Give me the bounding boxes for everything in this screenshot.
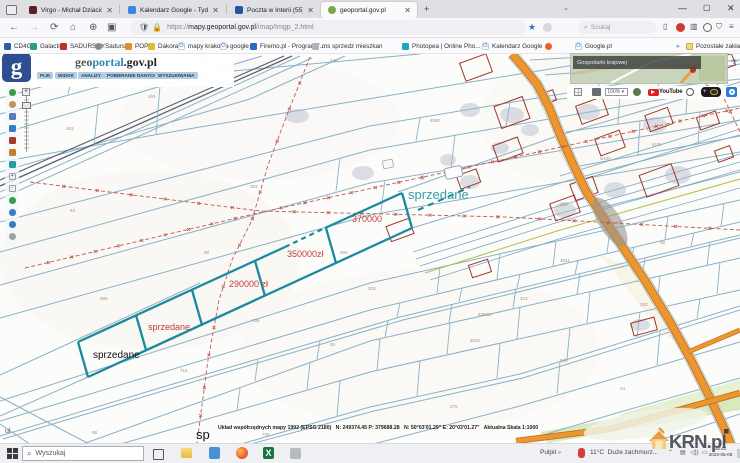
svg-text:97: 97 [420,176,426,181]
svg-text:88: 88 [660,240,666,245]
svg-text:275: 275 [450,404,458,409]
svg-text:290000 zł: 290000 zł [229,279,268,289]
svg-text:sprzedane: sprzedane [408,187,469,202]
svg-text:303: 303 [368,286,376,291]
svg-text:304: 304 [340,250,348,255]
svg-text:708: 708 [262,432,270,437]
svg-text:3010: 3010 [470,338,481,343]
svg-text:83: 83 [70,208,76,213]
svg-text:90: 90 [204,250,210,255]
svg-text:30: 30 [330,342,336,347]
svg-text:448: 448 [330,58,338,63]
svg-text:463: 463 [66,126,74,131]
svg-text:sprzedane: sprzedane [93,350,140,361]
svg-text:706: 706 [252,318,260,323]
svg-text:509: 509 [560,358,568,363]
svg-text:716: 716 [180,368,188,373]
svg-text:KRN.pl: KRN.pl [669,431,726,452]
svg-text:k100: k100 [652,142,662,147]
svg-text:3041: 3041 [560,258,571,263]
svg-text:302: 302 [250,184,258,189]
svg-text:408/10: 408/10 [478,312,492,317]
svg-text:350000zł: 350000zł [287,249,324,259]
svg-text:365: 365 [100,296,108,301]
svg-text:253: 253 [640,302,648,307]
svg-text:370000: 370000 [352,214,382,224]
svg-text:4080: 4080 [430,118,441,123]
svg-text:sprzedane: sprzedane [148,322,190,332]
svg-text:459: 459 [148,94,156,99]
svg-text:410: 410 [560,202,568,207]
svg-text:w100: w100 [600,156,611,161]
svg-text:44: 44 [620,386,626,391]
svg-text:313: 313 [520,296,528,301]
svg-text:98: 98 [92,430,98,435]
